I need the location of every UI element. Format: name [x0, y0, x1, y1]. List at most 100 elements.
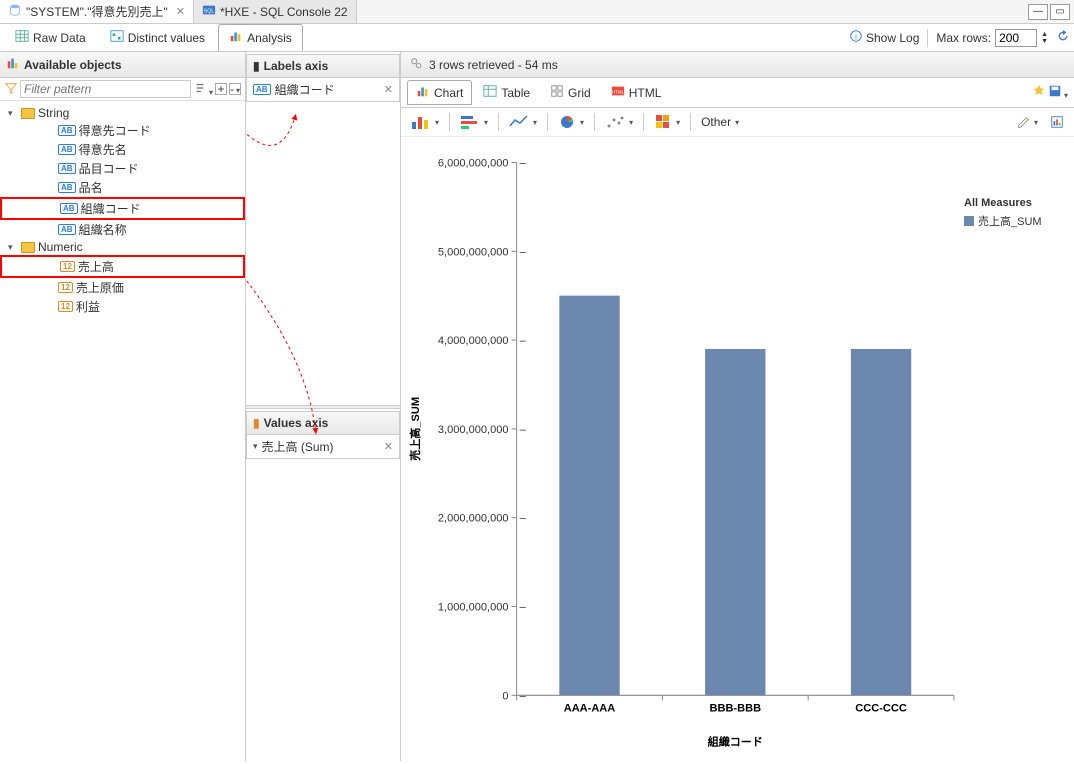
svg-text:CCC-CCC: CCC-CCC	[855, 702, 907, 714]
save-icon[interactable]	[1048, 84, 1068, 101]
svg-text:AAA-AAA: AAA-AAA	[564, 702, 616, 714]
values-axis-item[interactable]: ▾売上高 (Sum)✕	[247, 435, 399, 458]
tree-leaf[interactable]: AB得意先コード	[0, 121, 245, 140]
svg-text:5,000,000,000: 5,000,000,000	[438, 246, 509, 258]
tree-leaf[interactable]: AB組織名称	[0, 220, 245, 239]
svg-text:i: i	[855, 33, 857, 42]
chart-tab[interactable]: Chart	[407, 80, 472, 105]
tree-leaf[interactable]: 12利益	[0, 297, 245, 316]
html-icon: HTML	[611, 84, 625, 101]
labels-axis-item[interactable]: AB組織コード✕	[247, 78, 399, 101]
svg-text:–: –	[520, 157, 527, 169]
sql-icon: SQL	[202, 3, 216, 20]
labels-axis-title: Labels axis	[264, 59, 329, 73]
numeric-type-icon: 12	[58, 301, 73, 312]
editor-tab-active[interactable]: "SYSTEM"."得意先別売上" ✕	[0, 0, 194, 23]
maximize-button[interactable]: ▭	[1050, 4, 1070, 20]
svg-text:–: –	[520, 602, 527, 614]
hbar-type-icon[interactable]	[458, 112, 490, 132]
editor-tab-other[interactable]: SQL *HXE - SQL Console 22	[194, 0, 357, 23]
max-rows-label: Max rows:	[936, 31, 991, 45]
chart-legend: All Measures 売上高_SUM	[964, 137, 1074, 761]
splitter[interactable]	[246, 405, 400, 409]
raw-label: Raw Data	[33, 31, 86, 45]
table-tab[interactable]: Table	[474, 80, 539, 105]
grid-tab[interactable]: Grid	[541, 80, 600, 105]
bar-type-icon[interactable]	[409, 112, 441, 132]
values-axis-title: Values axis	[264, 416, 329, 430]
analysis-tab[interactable]: Analysis	[218, 24, 303, 51]
editor-tab-other-label: *HXE - SQL Console 22	[220, 5, 348, 19]
star-icon[interactable]	[1032, 84, 1046, 101]
tree-leaf[interactable]: AB得意先名	[0, 140, 245, 159]
filter-options-icon[interactable]	[193, 81, 213, 98]
svg-text:4,000,000,000: 4,000,000,000	[438, 335, 509, 347]
bar-chart-icon	[416, 84, 430, 101]
distinct-icon	[110, 29, 124, 46]
numeric-type-icon: 12	[60, 261, 75, 272]
other-chart-menu[interactable]: Other	[699, 113, 741, 131]
raw-data-tab[interactable]: Raw Data	[4, 24, 97, 51]
tree-leaf[interactable]: AB品目コード	[0, 159, 245, 178]
collapse-icon[interactable]: -	[229, 83, 241, 95]
svg-text:売上高_SUM: 売上高_SUM	[408, 397, 422, 461]
distinct-tab[interactable]: Distinct values	[99, 24, 216, 51]
available-objects-panel: Available objects + - ▾String AB得意先コード A…	[0, 52, 246, 761]
svg-text:–: –	[520, 513, 527, 525]
string-type-icon: AB	[58, 224, 76, 235]
string-type-icon: AB	[58, 182, 76, 193]
distinct-label: Distinct values	[128, 31, 205, 45]
tree-leaf-uriage[interactable]: 12売上高	[0, 255, 245, 278]
show-log-link[interactable]: i Show Log	[849, 29, 919, 46]
heatmap-type-icon[interactable]	[652, 112, 682, 132]
numeric-type-icon: 12	[58, 282, 73, 293]
refresh-icon[interactable]	[1056, 29, 1070, 46]
string-folder[interactable]: ▾String	[0, 105, 245, 121]
remove-icon[interactable]: ✕	[380, 440, 393, 453]
svg-text:–: –	[520, 246, 527, 258]
show-log-label: Show Log	[866, 31, 919, 45]
svg-text:2,000,000,000: 2,000,000,000	[438, 513, 509, 525]
max-rows-input[interactable]	[995, 29, 1037, 47]
settings-icon[interactable]	[1014, 113, 1040, 131]
folder-label: Numeric	[38, 240, 83, 254]
max-rows: Max rows: ▲▼	[936, 29, 1048, 47]
filter-input[interactable]	[20, 80, 191, 98]
pie-type-icon[interactable]	[556, 112, 586, 132]
string-type-icon: AB	[60, 203, 78, 214]
export-icon[interactable]	[1048, 113, 1066, 131]
svg-text:–: –	[520, 424, 527, 436]
axis-icon: ▮	[253, 59, 260, 73]
html-tab[interactable]: HTMLHTML	[602, 80, 671, 105]
main-panel: 3 rows retrieved - 54 ms Chart Table Gri…	[400, 52, 1074, 761]
table-icon	[15, 29, 29, 46]
bar-chart-icon	[229, 29, 243, 46]
svg-text:組織コード: 組織コード	[708, 735, 763, 749]
remove-icon[interactable]: ✕	[380, 83, 393, 96]
string-type-icon: AB	[253, 84, 271, 95]
numeric-folder[interactable]: ▾Numeric	[0, 239, 245, 255]
max-rows-stepper[interactable]: ▲▼	[1041, 31, 1048, 45]
close-icon[interactable]: ✕	[172, 5, 185, 18]
expand-icon[interactable]: +	[215, 83, 227, 95]
folder-icon	[21, 108, 35, 119]
minimize-button[interactable]: —	[1028, 4, 1048, 20]
line-type-icon[interactable]	[507, 112, 539, 132]
tree-leaf[interactable]: 12売上原価	[0, 278, 245, 297]
view-mode-toolbar: Raw Data Distinct values Analysis i Show…	[0, 24, 1074, 52]
chart-canvas: 0–1,000,000,000–2,000,000,000–3,000,000,…	[401, 137, 964, 761]
panel-title: Available objects	[24, 58, 122, 72]
editor-tabs: "SYSTEM"."得意先別売上" ✕ SQL *HXE - SQL Conso…	[0, 0, 1074, 24]
svg-text:–: –	[520, 690, 527, 702]
string-type-icon: AB	[58, 125, 76, 136]
svg-text:3,000,000,000: 3,000,000,000	[438, 424, 509, 436]
legend-item: 売上高_SUM	[964, 213, 1066, 229]
tree-leaf-soshiki-code[interactable]: AB組織コード	[0, 197, 245, 220]
axis-config: ▮Labels axis AB組織コード✕ ▮Values axis ▾売上高 …	[246, 52, 400, 761]
scatter-type-icon[interactable]	[603, 112, 635, 132]
string-type-icon: AB	[58, 163, 76, 174]
db-icon	[8, 3, 22, 20]
object-tree: ▾String AB得意先コード AB得意先名 AB品目コード AB品名 AB組…	[0, 101, 245, 320]
tree-leaf[interactable]: AB品名	[0, 178, 245, 197]
gears-icon	[409, 56, 423, 73]
